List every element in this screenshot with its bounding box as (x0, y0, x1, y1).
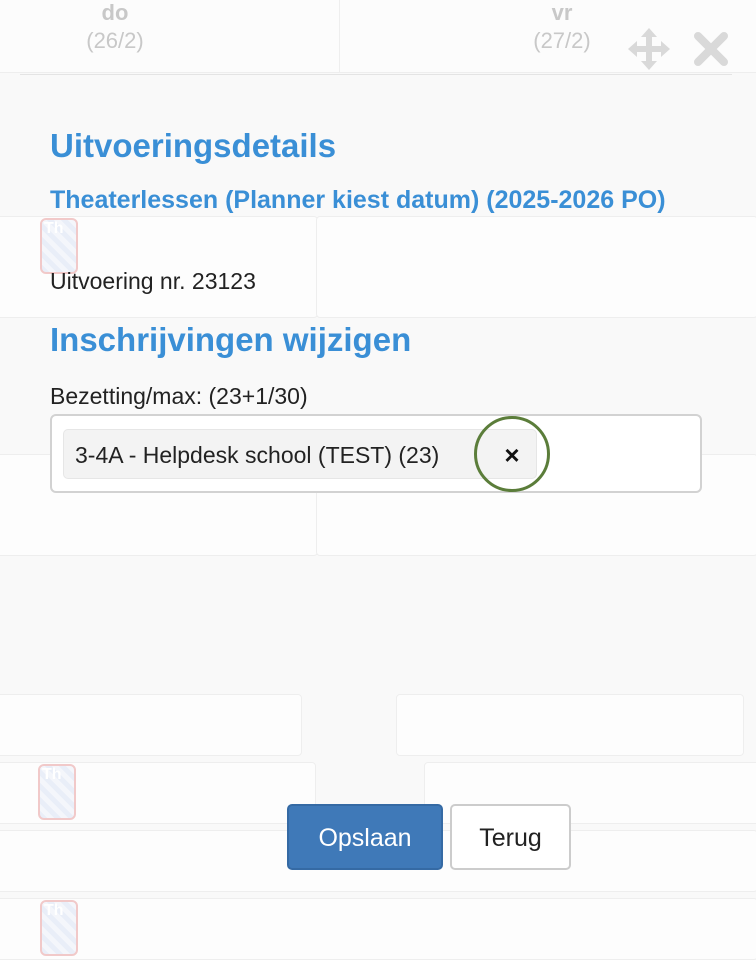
calendar-cell (0, 694, 302, 756)
calendar-event: Th (38, 764, 76, 820)
selected-tag: 3-4A - Helpdesk school (TEST) (23) × (63, 429, 537, 479)
column-divider (339, 0, 340, 72)
back-button[interactable]: Terug (450, 804, 571, 870)
calendar-event: Th (40, 900, 78, 956)
day-date: (26/2) (86, 28, 144, 53)
occupancy-label: Bezetting/max: (23+1/30) (50, 383, 308, 409)
day-name: do (101, 0, 129, 25)
day-header-friday: vr (27/2) (507, 0, 617, 56)
selected-tag-label: 3-4A - Helpdesk school (TEST) (23) (75, 442, 440, 468)
day-date: (27/2) (533, 28, 591, 53)
program-title: Theaterlessen (Planner kiest datum) (202… (50, 186, 666, 214)
click-highlight-ring (474, 416, 550, 492)
day-name: vr (551, 0, 573, 25)
registrations-multiselect[interactable]: 3-4A - Helpdesk school (TEST) (23) × (50, 414, 702, 493)
move-arrows-icon[interactable] (628, 28, 670, 70)
day-header-thursday: do (26/2) (60, 0, 170, 56)
modal-title: Uitvoeringsdetails (50, 127, 337, 164)
performance-number: Uitvoering nr. 23123 (50, 268, 256, 294)
divider (20, 74, 732, 75)
calendar-cell (396, 694, 744, 756)
close-icon[interactable] (690, 28, 732, 70)
calendar-cell (316, 216, 756, 318)
save-button[interactable]: Opslaan (287, 804, 443, 870)
edit-registrations-heading: Inschrijvingen wijzigen (50, 321, 412, 358)
calendar-cell (0, 898, 756, 960)
